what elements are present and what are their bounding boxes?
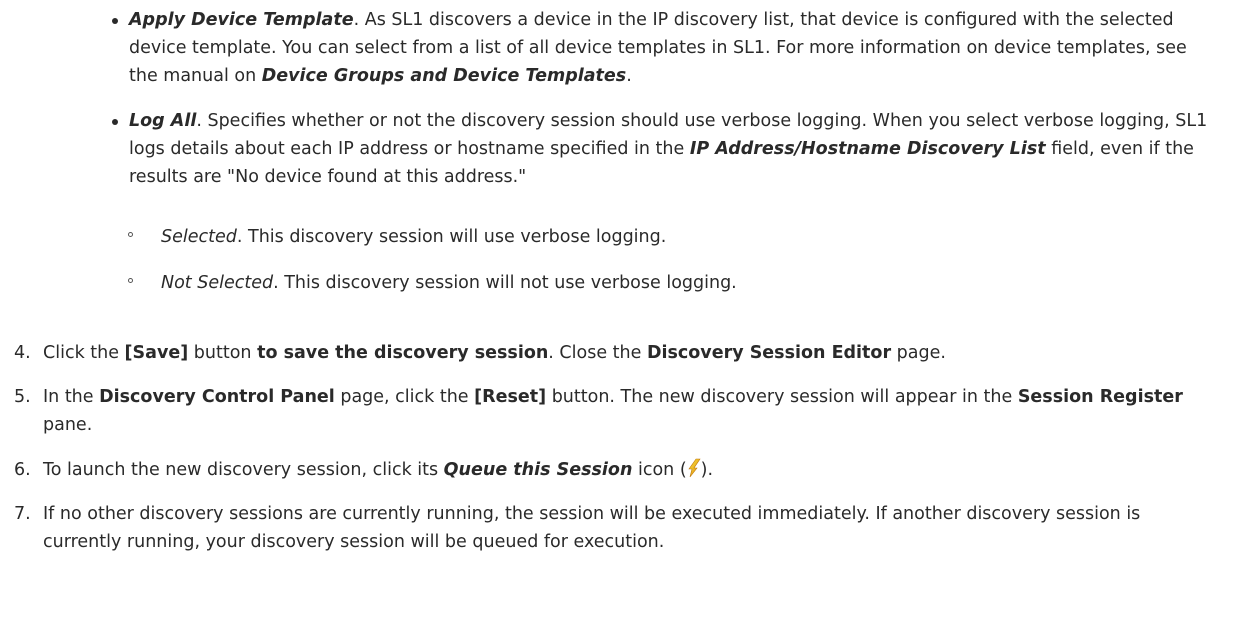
sub-option-not-selected: Not Selected. This discovery session wil… xyxy=(0,269,1238,297)
icon-name: Queue this Session xyxy=(443,460,633,480)
step-number: 5. xyxy=(14,387,31,407)
lightning-bolt-icon xyxy=(687,458,701,478)
sub-bullet-circle xyxy=(128,278,133,283)
bullet-log-all: Log All. Specifies whether or not the di… xyxy=(0,107,1238,191)
step-text-part: button. The new discovery session will a… xyxy=(546,387,1018,407)
document-page: Apply Device Template. As SL1 discovers … xyxy=(0,0,1238,633)
bullet-text: Apply Device Template. As SL1 discovers … xyxy=(129,6,1219,90)
step-6: 6. To launch the new discovery session, … xyxy=(0,456,1238,484)
manual-link[interactable]: Device Groups and Device Templates xyxy=(262,66,626,86)
step-text-part: pane. xyxy=(43,415,93,435)
step-text-part: ). xyxy=(700,460,714,480)
step-text-part: Click the xyxy=(43,343,125,363)
step-text-part: icon ( xyxy=(632,460,687,480)
page-name: Discovery Control Panel xyxy=(99,387,335,407)
bold-phrase: to save the discovery session xyxy=(257,343,549,363)
step-text-part: page, click the xyxy=(334,387,475,407)
step-text: In the Discovery Control Panel page, cli… xyxy=(43,383,1223,439)
sub-option-description: . This discovery session will use verbos… xyxy=(236,227,667,247)
step-text: If no other discovery sessions are curre… xyxy=(43,504,1141,552)
bullet-dot xyxy=(112,119,118,125)
save-button-ref: [Save] xyxy=(124,343,189,363)
step-text-part: In the xyxy=(43,387,100,407)
step-4: 4. Click the [Save] button to save the d… xyxy=(0,339,1238,367)
option-term: Apply Device Template xyxy=(129,10,354,30)
step-number: 7. xyxy=(14,504,31,524)
step-number: 4. xyxy=(14,343,31,363)
step-5: 5. In the Discovery Control Panel page, … xyxy=(0,383,1238,439)
step-text: To launch the new discovery session, cli… xyxy=(43,456,1223,484)
option-description-end: . xyxy=(626,66,632,86)
step-text-part: . Close the xyxy=(548,343,647,363)
sub-option-text: Selected. This discovery session will us… xyxy=(161,223,1221,251)
sub-option-text: Not Selected. This discovery session wil… xyxy=(161,269,1221,297)
sub-option-selected: Selected. This discovery session will us… xyxy=(0,223,1238,251)
step-text-part: page. xyxy=(891,343,946,363)
step-text: Click the [Save] button to save the disc… xyxy=(43,339,1223,367)
sub-bullet-circle xyxy=(128,232,133,237)
step-text-part: To launch the new discovery session, cli… xyxy=(43,460,444,480)
step-7: 7. If no other discovery sessions are cu… xyxy=(0,500,1238,556)
pane-name: Session Register xyxy=(1017,387,1183,407)
step-number: 6. xyxy=(14,460,31,480)
field-name: IP Address/Hostname Discovery List xyxy=(689,139,1046,159)
sub-option-description: . This discovery session will not use ve… xyxy=(273,273,737,293)
sub-option-term: Not Selected xyxy=(161,273,274,293)
bullet-text: Log All. Specifies whether or not the di… xyxy=(129,107,1219,191)
reset-button-ref: [Reset] xyxy=(474,387,547,407)
page-name: Discovery Session Editor xyxy=(646,343,892,363)
sub-option-term: Selected xyxy=(161,227,237,247)
bullet-apply-device-template: Apply Device Template. As SL1 discovers … xyxy=(0,6,1238,90)
bullet-dot xyxy=(112,18,118,24)
option-term: Log All xyxy=(129,111,197,131)
step-text-part: button xyxy=(188,343,258,363)
